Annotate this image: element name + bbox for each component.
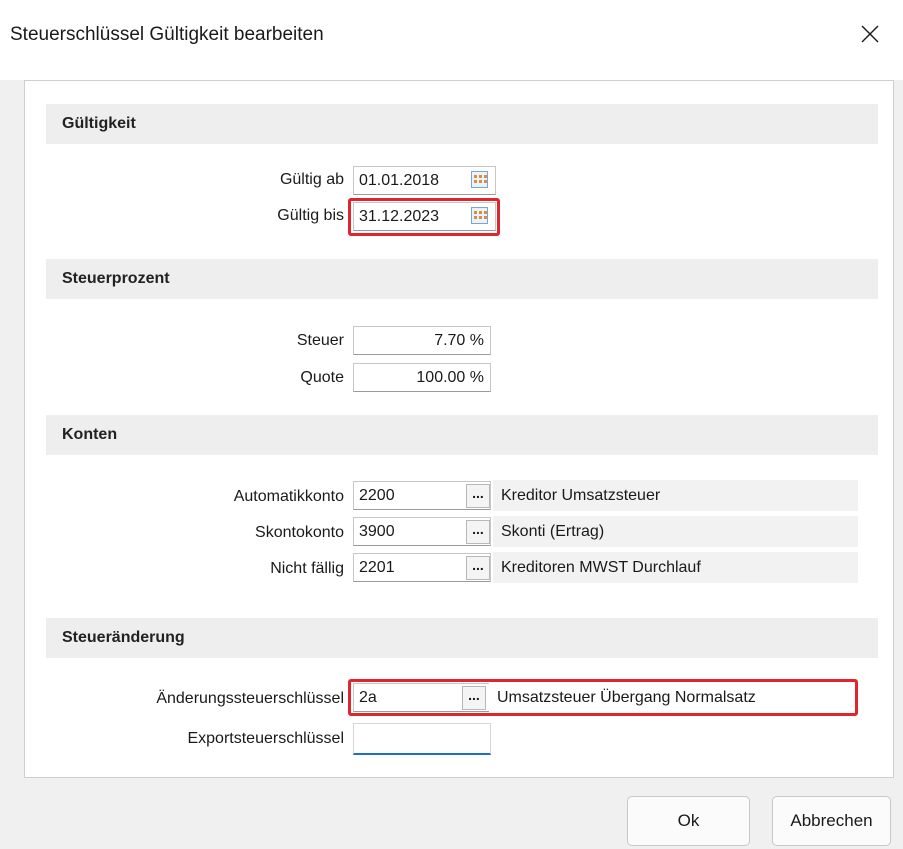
close-button[interactable] <box>847 14 893 54</box>
quote-label: Quote <box>300 369 344 386</box>
aenderungssteuerschluessel-description: Umsatzsteuer Übergang Normalsatz <box>489 682 854 713</box>
skontokonto-description: Skonti (Ertrag) <box>493 516 858 547</box>
close-icon <box>861 25 879 43</box>
automatikkonto-description: Kreditor Umsatzsteuer <box>493 480 858 511</box>
skontokonto-browse-button[interactable]: ... <box>466 520 490 544</box>
gueltig-ab-label: Gültig ab <box>279 171 344 188</box>
gueltig-bis-value: 31.12.2023 <box>359 208 440 225</box>
automatikkonto-label: Automatikkonto <box>233 488 344 505</box>
steuer-value: 7.70 % <box>434 332 484 349</box>
title-bar: Steuerschlüssel Gültigkeit bearbeiten <box>0 0 903 80</box>
skontokonto-label: Skontokonto <box>255 524 344 541</box>
calendar-icon[interactable] <box>471 207 488 224</box>
calendar-icon[interactable] <box>471 171 488 188</box>
exportsteuerschluessel-label: Exportsteuerschlüssel <box>187 730 344 747</box>
aenderungssteuerschluessel-value: 2a <box>359 689 377 706</box>
steuer-field[interactable]: 7.70 % <box>353 326 491 355</box>
nicht-faellig-label: Nicht fällig <box>270 560 344 577</box>
steuer-label: Steuer <box>296 332 344 349</box>
quote-value: 100.00 % <box>416 369 484 386</box>
nicht-faellig-browse-button[interactable]: ... <box>466 556 490 580</box>
automatikkonto-value: 2200 <box>359 487 395 504</box>
automatikkonto-browse-button[interactable]: ... <box>466 484 490 508</box>
gueltig-ab-value: 01.01.2018 <box>359 172 440 189</box>
cancel-button[interactable]: Abbrechen <box>772 796 891 846</box>
ok-button[interactable]: Ok <box>627 796 750 846</box>
nicht-faellig-description: Kreditoren MWST Durchlauf <box>493 552 858 583</box>
panel-divider <box>24 80 894 81</box>
aenderungssteuerschluessel-label: Änderungssteuerschlüssel <box>156 690 344 707</box>
section-header-steueraenderung: Steueränderung <box>46 618 878 658</box>
nicht-faellig-value: 2201 <box>359 559 395 576</box>
section-header-steuerprozent: Steuerprozent <box>46 259 878 299</box>
gueltig-bis-label: Gültig bis <box>277 207 344 224</box>
aenderungssteuerschluessel-browse-button[interactable]: ... <box>462 686 486 710</box>
dialog-title: Steuerschlüssel Gültigkeit bearbeiten <box>10 24 324 45</box>
quote-field[interactable]: 100.00 % <box>353 363 491 392</box>
section-header-konten: Konten <box>46 415 878 455</box>
section-header-gueltigkeit: Gültigkeit <box>46 104 878 144</box>
skontokonto-value: 3900 <box>359 523 395 540</box>
exportsteuerschluessel-field[interactable] <box>353 723 491 755</box>
